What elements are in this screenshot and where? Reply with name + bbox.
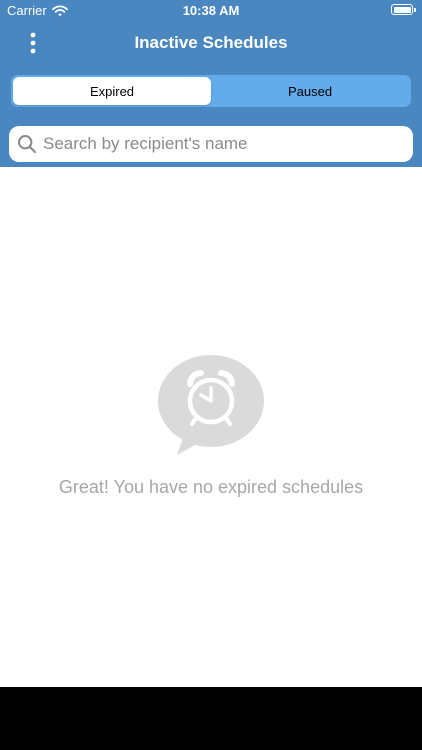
alarm-clock-bubble-icon: [158, 355, 264, 455]
status-bar: Carrier 10:38 AM: [0, 0, 422, 22]
schedule-type-tabs: Expired Paused: [11, 75, 411, 107]
search-bar[interactable]: [9, 126, 413, 162]
bottom-bar: [0, 687, 422, 750]
page-title: Inactive Schedules: [134, 33, 288, 52]
search-input[interactable]: [43, 134, 393, 154]
empty-state-message: Great! You have no expired schedules: [58, 477, 364, 497]
search-icon: [17, 134, 37, 154]
battery-icon: [391, 4, 416, 15]
header: Carrier 10:38 AM Inactive Schedules Expi…: [0, 0, 422, 167]
tab-expired-label: Expired: [89, 83, 135, 99]
empty-state-area: Great! You have no expired schedules: [0, 167, 422, 687]
tab-expired[interactable]: Expired: [13, 77, 211, 105]
status-time: 10:38 AM: [182, 3, 240, 18]
tab-paused-label: Paused: [287, 83, 333, 99]
app-screen: Carrier 10:38 AM Inactive Schedules Expi…: [0, 0, 422, 750]
tab-paused[interactable]: Paused: [211, 77, 409, 105]
